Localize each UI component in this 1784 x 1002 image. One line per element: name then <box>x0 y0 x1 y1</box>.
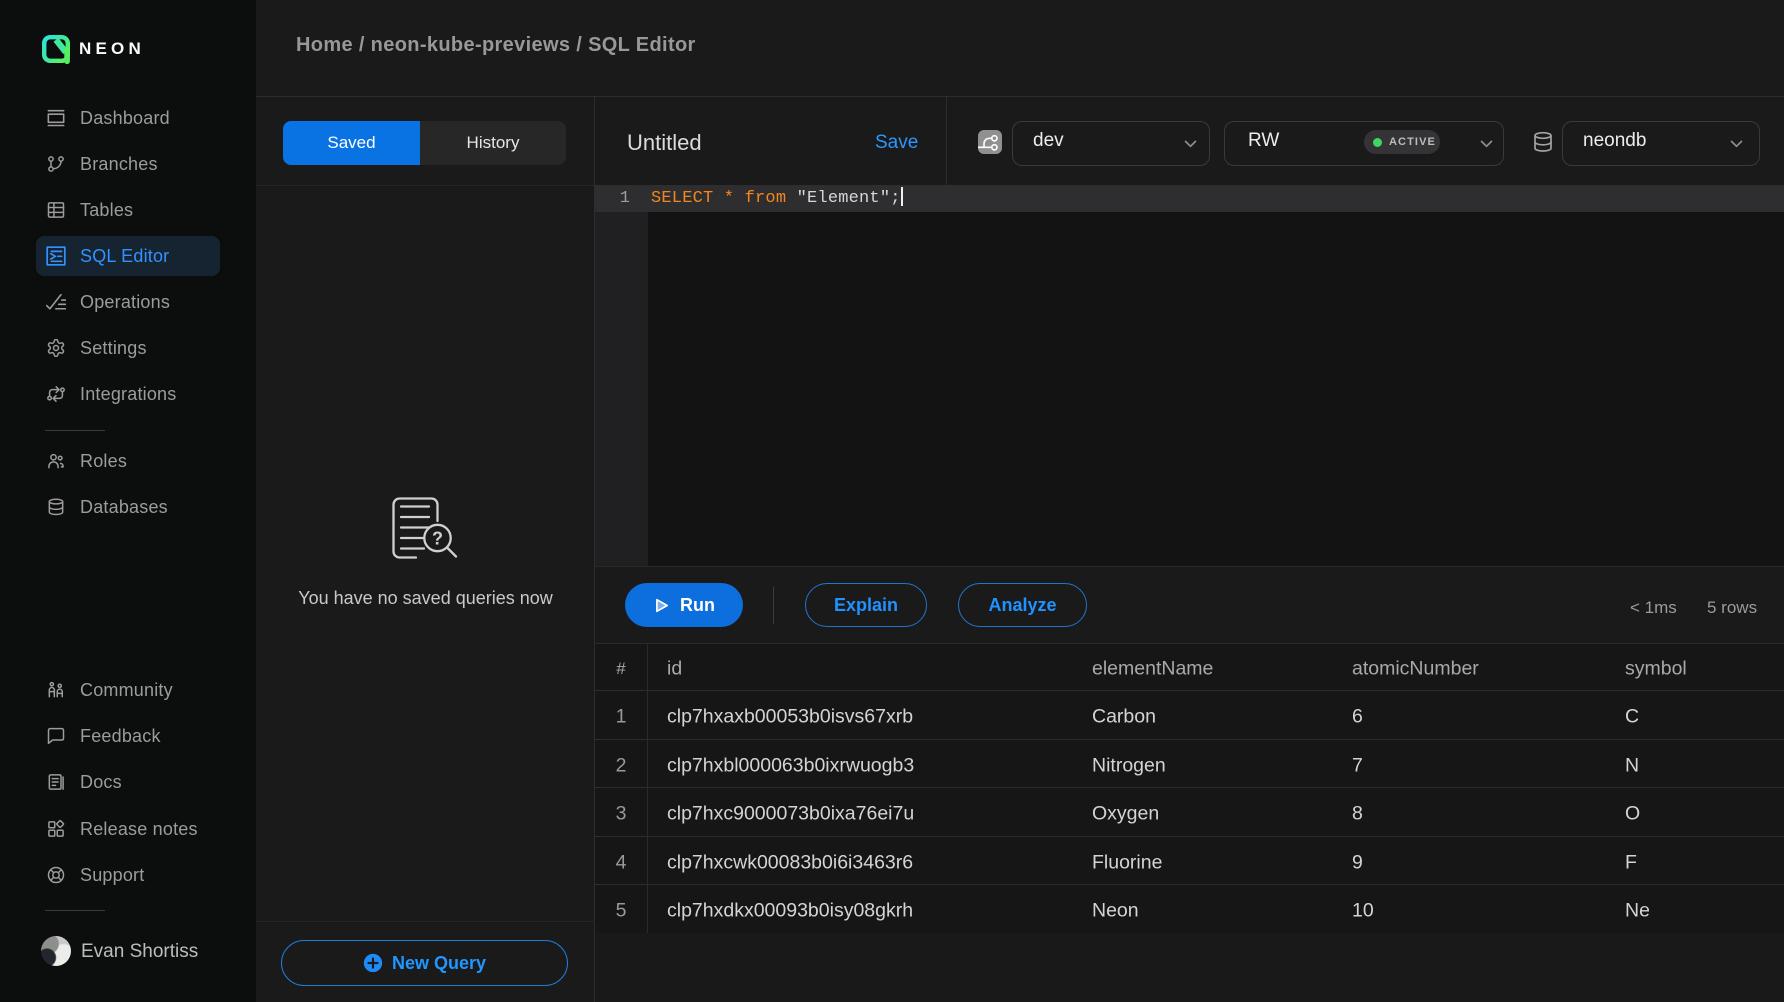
svg-text:?: ? <box>432 529 443 549</box>
